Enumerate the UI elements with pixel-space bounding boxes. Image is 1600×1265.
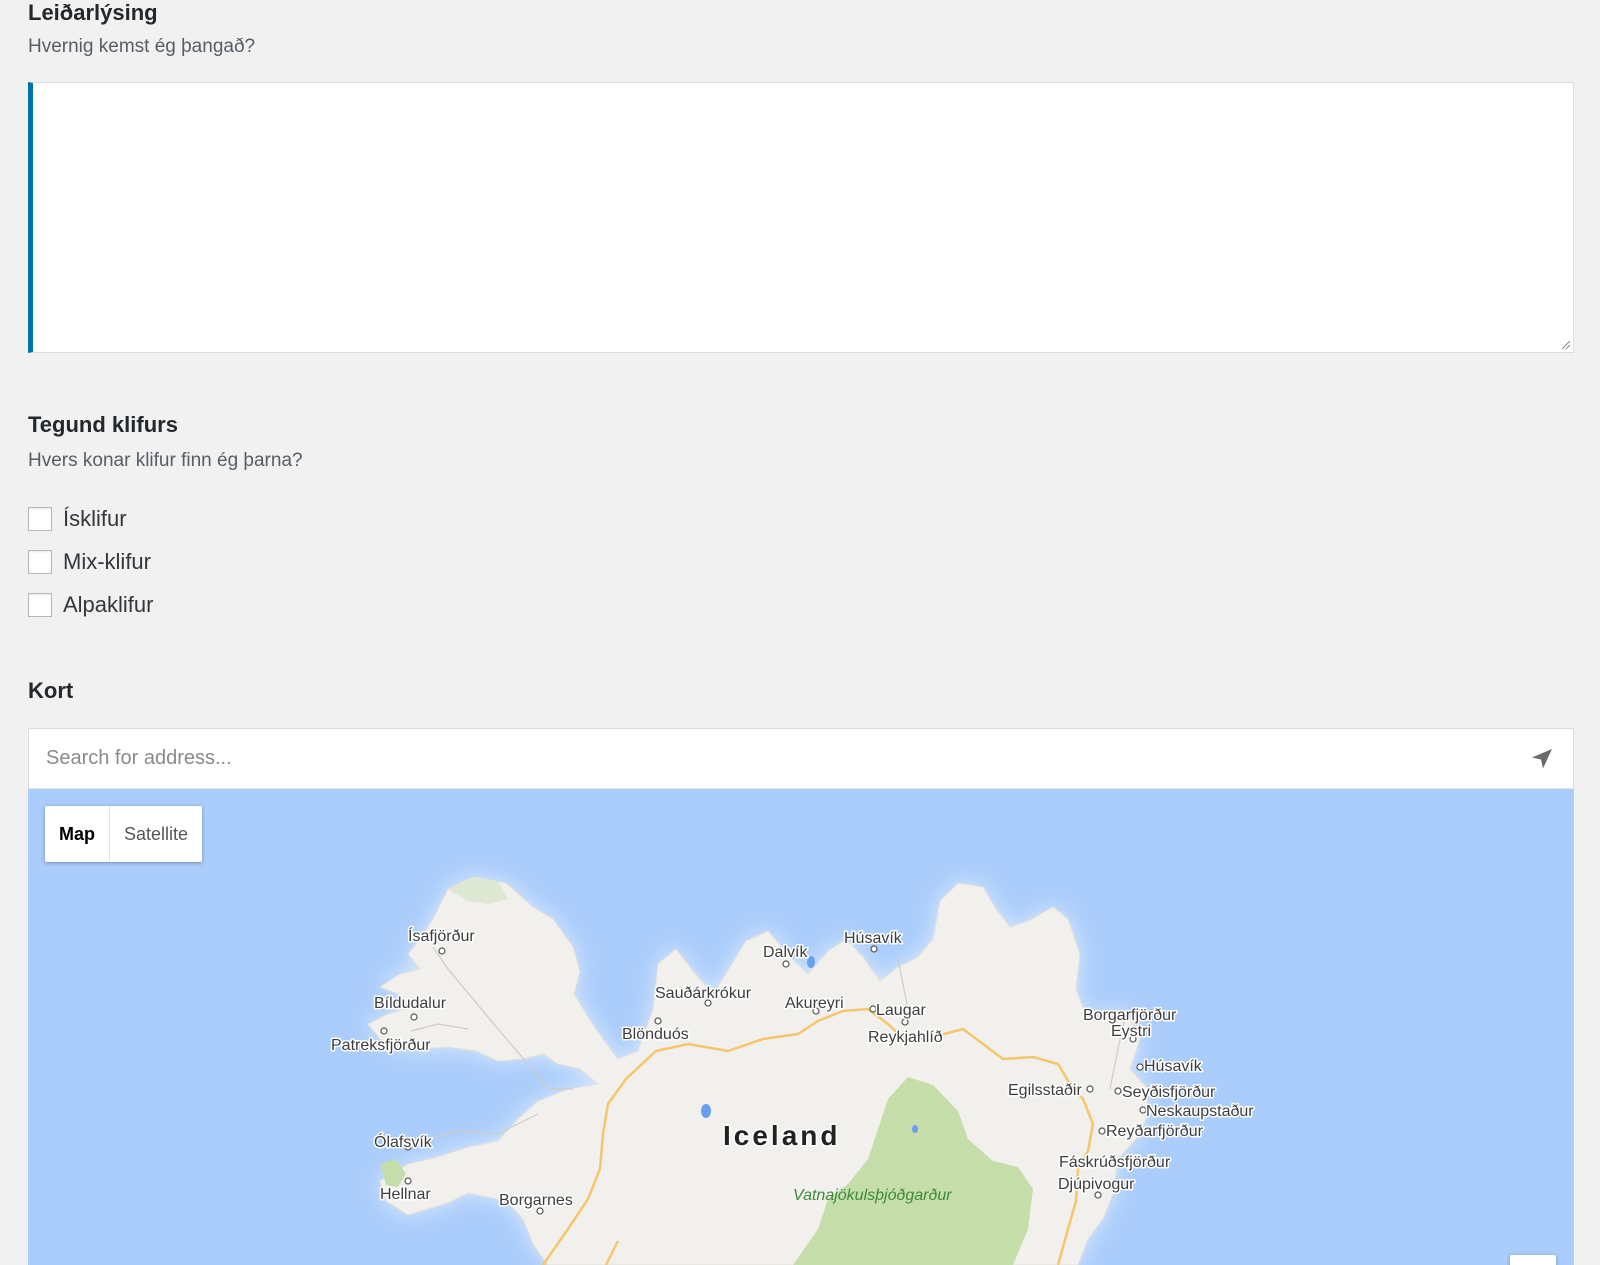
map-type-satellite-button[interactable]: Satellite	[110, 806, 202, 862]
map-canvas[interactable]: Ísafjörður Bíldudalur Patreksfjörður Óla…	[28, 789, 1574, 1265]
checkbox-option-mix[interactable]: Mix-klifur	[28, 540, 153, 583]
map-place-label: Reykjahlíð	[868, 1029, 943, 1046]
checkbox-label[interactable]: Alpaklifur	[63, 592, 153, 618]
map-place-label: Bíldudalur	[374, 995, 447, 1012]
map-place-label: Egilsstaðir	[1008, 1082, 1082, 1099]
directions-description: Hvernig kemst ég þangað?	[28, 36, 256, 57]
map-place-label: Seyðisfjörður	[1122, 1084, 1216, 1101]
map-label: Kort	[28, 678, 74, 703]
checkbox-option-ice[interactable]: Ísklifur	[28, 497, 153, 540]
street-view-control[interactable]	[1510, 1255, 1556, 1265]
map-park-label: Vatnajökulsþjóðgarður	[793, 1187, 952, 1204]
map-place-label: Akureyri	[785, 995, 844, 1012]
checkbox-option-alpine[interactable]: Alpaklifur	[28, 583, 153, 626]
checkbox[interactable]	[28, 506, 52, 531]
checkbox-label[interactable]: Ísklifur	[63, 506, 127, 532]
navigation-arrow-icon[interactable]	[1529, 746, 1555, 772]
directions-textarea-wrapper	[28, 82, 1574, 353]
map-type-control: Map Satellite	[45, 806, 203, 862]
map-place-label: Borgarnes	[499, 1192, 573, 1209]
map-place-label: Ísafjörður	[408, 926, 475, 945]
climb-type-label: Tegund klifurs	[28, 412, 178, 437]
map-place-label: Blönduós	[622, 1026, 689, 1043]
map-place-label: Patreksfjörður	[331, 1037, 431, 1054]
map-place-label: Sauðárkrókur	[655, 985, 752, 1002]
address-search-bar	[28, 728, 1574, 789]
map-place-label: Dalvík	[763, 944, 808, 961]
map-place-label: Eystri	[1111, 1023, 1151, 1040]
map-place-label: Fáskrúðsfjörður	[1059, 1154, 1171, 1171]
map-place-label: Húsavík	[844, 930, 903, 947]
address-search-input[interactable]	[29, 729, 1509, 788]
map-place-label: Borgarfjörður	[1083, 1007, 1177, 1024]
map-place-label: Hellnar	[380, 1186, 431, 1203]
map-country-label: Iceland	[723, 1120, 840, 1151]
map-place-label: Neskaupstaður	[1146, 1103, 1254, 1120]
map-place-label: Húsavík	[1144, 1058, 1203, 1075]
map-view[interactable]: Ísafjörður Bíldudalur Patreksfjörður Óla…	[28, 789, 1574, 1265]
map-place-label: Reyðarfjörður	[1106, 1123, 1204, 1140]
checkbox[interactable]	[28, 592, 52, 617]
directions-textarea[interactable]	[33, 83, 1573, 352]
resize-handle-icon[interactable]	[1559, 338, 1571, 350]
checkbox[interactable]	[28, 549, 52, 574]
climb-type-description: Hvers konar klifur finn ég þarna?	[28, 450, 303, 471]
map-place-label: Djúpivogur	[1058, 1176, 1135, 1193]
directions-label: Leiðarlýsing	[28, 0, 158, 25]
map-type-map-button[interactable]: Map	[45, 806, 110, 862]
checkbox-label[interactable]: Mix-klifur	[63, 549, 151, 575]
map-place-label: Ólafsvík	[374, 1132, 433, 1151]
map-place-label: Laugar	[876, 1002, 926, 1019]
climb-type-checkbox-list: Ísklifur Mix-klifur Alpaklifur	[28, 497, 153, 626]
